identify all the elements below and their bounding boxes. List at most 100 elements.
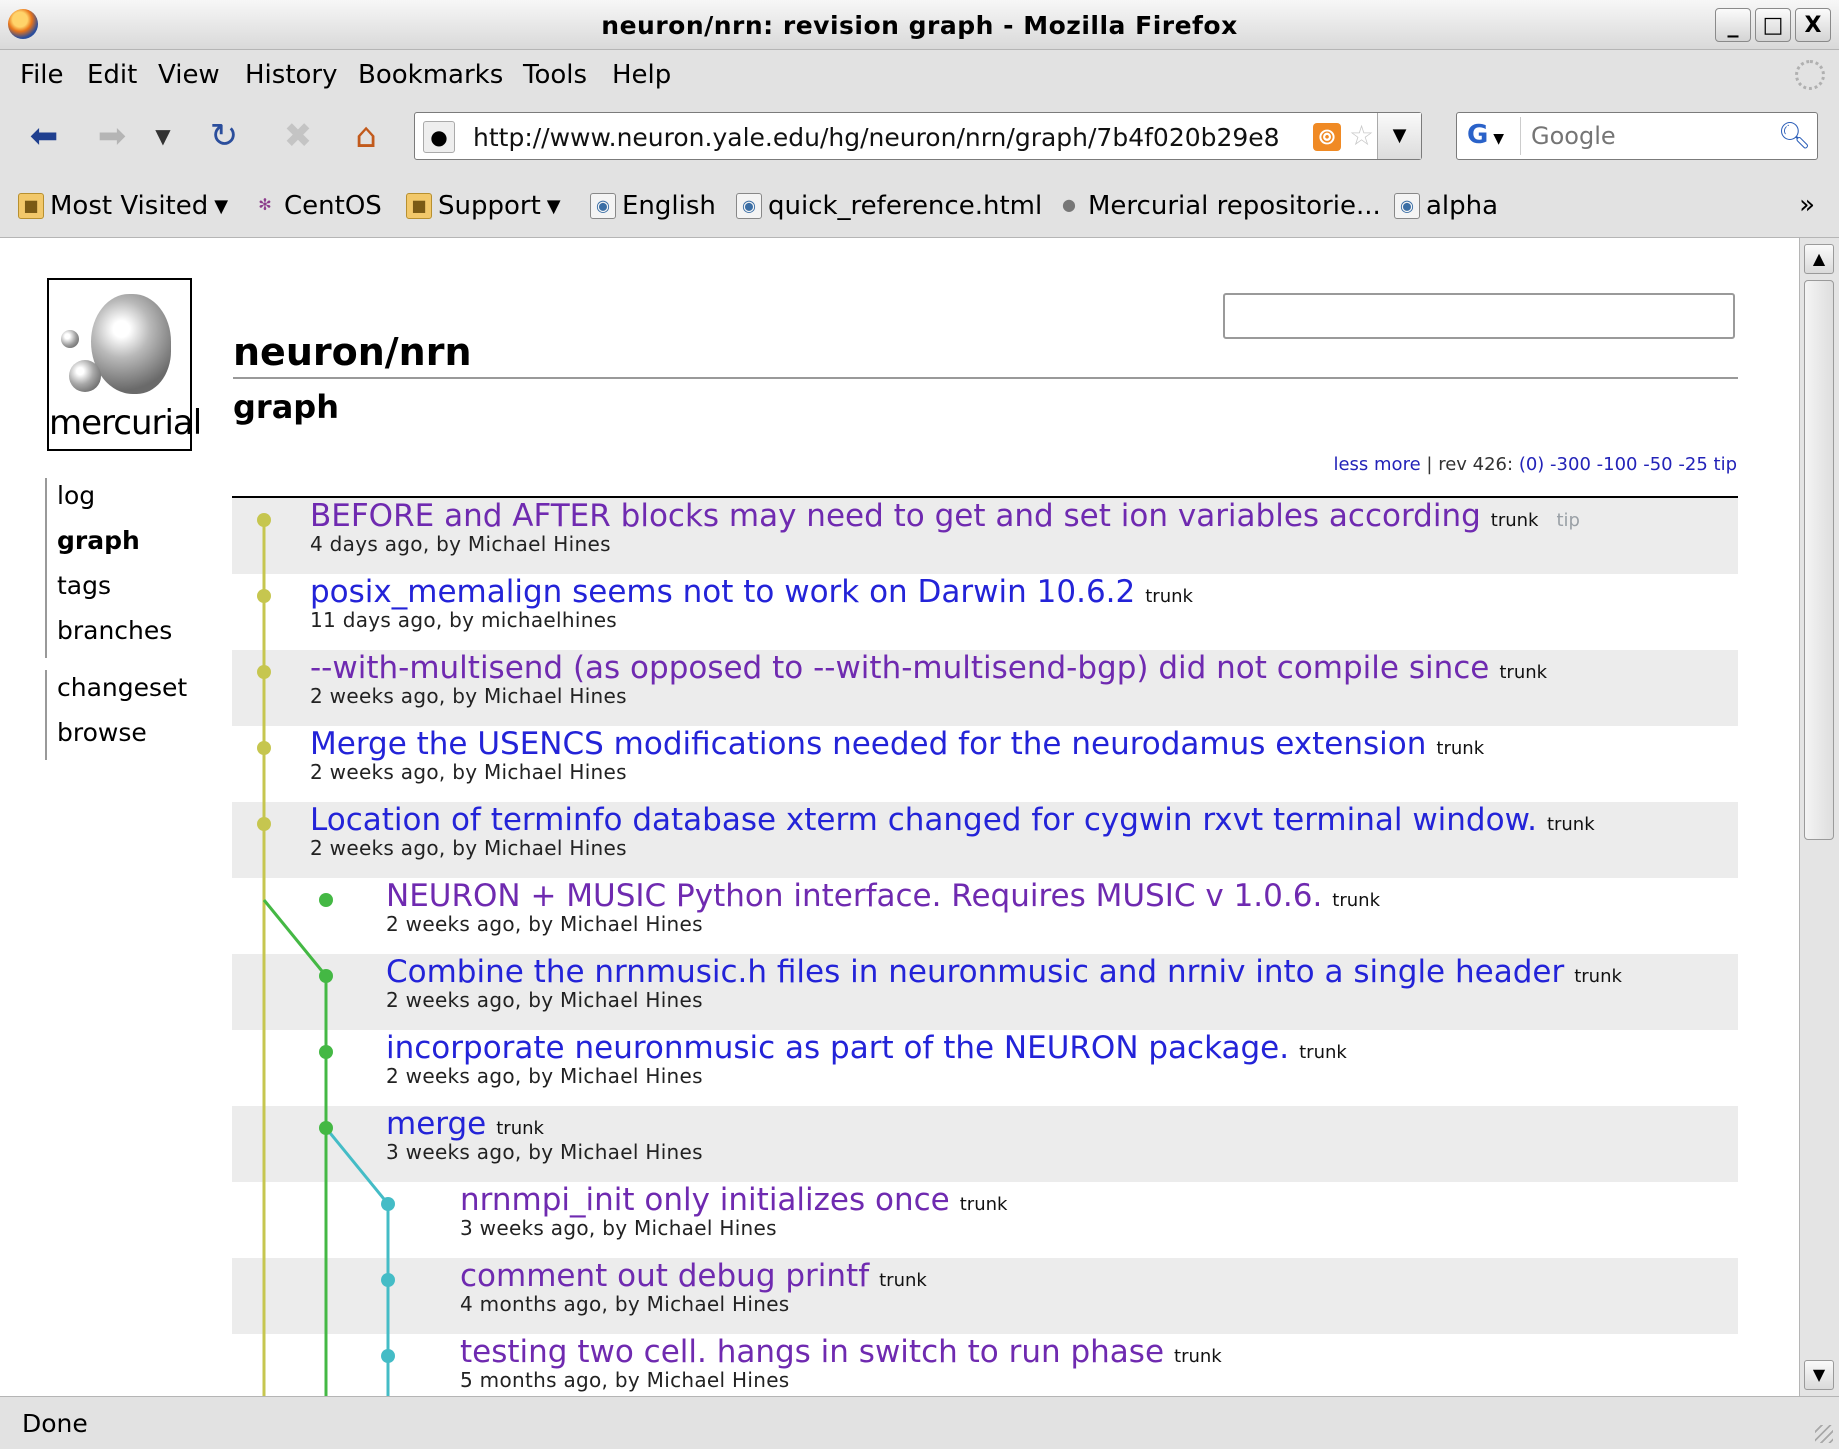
reload-button[interactable]: ↻ (200, 112, 248, 160)
scroll-up-button[interactable]: ▲ (1804, 244, 1834, 274)
home-button[interactable]: ⌂ (342, 112, 390, 160)
changeset-meta: 4 months ago, by Michael Hines (460, 1292, 790, 1316)
changeset-description[interactable]: incorporate neuronmusic as part of the N… (386, 1030, 1289, 1066)
repo-title[interactable]: neuron/nrn (233, 330, 472, 374)
changeset-description[interactable]: testing two cell. hangs in switch to run… (460, 1334, 1164, 1370)
nav-branches[interactable]: branches (57, 613, 172, 658)
rev-link-100[interactable]: -100 (1597, 454, 1638, 475)
changeset-description-link[interactable]: comment out debug printf trunk (460, 1258, 927, 1294)
changeset-description-link[interactable]: BEFORE and AFTER blocks may need to get … (310, 498, 1580, 534)
rss-feed-icon[interactable]: ⦾ (1313, 123, 1341, 151)
folder-icon: ■ (406, 193, 432, 219)
changeset-meta: 2 weeks ago, by Michael Hines (310, 684, 627, 708)
search-magnifier-icon[interactable]: 🔍︎ (1778, 121, 1811, 151)
rev-link-50[interactable]: -50 (1643, 454, 1672, 475)
nav-changeset[interactable]: changeset (57, 670, 187, 715)
changeset-description-link[interactable]: incorporate neuronmusic as part of the N… (386, 1030, 1347, 1066)
changeset-description-link[interactable]: merge trunk (386, 1106, 544, 1142)
scroll-down-button[interactable]: ▼ (1804, 1360, 1834, 1390)
menu-bookmarks[interactable]: Bookmarks (358, 60, 503, 90)
url-dropdown-button[interactable]: ▼ (1377, 113, 1421, 159)
site-identity-icon[interactable]: ● (423, 121, 455, 153)
rev-link-tip[interactable]: tip (1714, 454, 1737, 475)
nav-more-link[interactable]: more (1374, 454, 1421, 475)
changeset-description[interactable]: NEURON + MUSIC Python interface. Require… (386, 878, 1322, 914)
bookmark-most-visited[interactable]: ■ Most Visited ▼ (18, 191, 228, 221)
changeset-description-link[interactable]: Location of terminfo database xterm chan… (310, 802, 1595, 838)
bookmark-centos[interactable]: ✻ CentOS (252, 191, 382, 221)
back-button[interactable]: ⬅ (20, 112, 68, 160)
maximize-button[interactable]: □ (1755, 8, 1791, 42)
bookmark-quick-reference[interactable]: ◉ quick_reference.html (736, 191, 1042, 221)
branch-label: trunk (1145, 586, 1193, 607)
repo-search-input[interactable] (1223, 293, 1735, 339)
changeset-description-link[interactable]: testing two cell. hangs in switch to run… (460, 1334, 1222, 1370)
history-dropdown-button[interactable]: ▼ (148, 112, 178, 160)
search-engine-selector[interactable]: G ▼ (1461, 117, 1521, 155)
changeset-description-link[interactable]: nrnmpi_init only initializes once trunk (460, 1182, 1007, 1218)
changeset-meta: 2 weeks ago, by Michael Hines (310, 760, 627, 784)
nav-log[interactable]: log (57, 478, 172, 523)
forward-button[interactable]: ➡ (88, 112, 136, 160)
changeset-row: testing two cell. hangs in switch to run… (232, 1334, 1738, 1396)
changeset-meta: 2 weeks ago, by Michael Hines (386, 912, 703, 936)
menu-history[interactable]: History (245, 60, 338, 90)
address-bar[interactable]: ● http://www.neuron.yale.edu/hg/neuron/n… (414, 112, 1422, 160)
menu-help[interactable]: Help (612, 60, 671, 90)
changeset-row: Location of terminfo database xterm chan… (232, 802, 1738, 878)
menu-edit[interactable]: Edit (87, 60, 137, 90)
changeset-row: Combine the nrnmusic.h files in neuronmu… (232, 954, 1738, 1030)
menu-file[interactable]: File (20, 60, 64, 90)
rev-link-300[interactable]: -300 (1550, 454, 1591, 475)
changeset-description[interactable]: Combine the nrnmusic.h files in neuronmu… (386, 954, 1564, 990)
vertical-scrollbar[interactable]: ▲ ▼ (1799, 238, 1839, 1396)
chevron-down-icon: ▼ (214, 195, 229, 217)
changeset-description-link[interactable]: Merge the USENCS modifications needed fo… (310, 726, 1484, 762)
changeset-meta: 3 weeks ago, by Michael Hines (460, 1216, 777, 1240)
close-button[interactable]: X (1795, 8, 1831, 42)
logo-drop-small (61, 330, 79, 348)
nav-tags[interactable]: tags (57, 568, 172, 613)
bookmark-english[interactable]: ◉ English (590, 191, 716, 221)
search-bar[interactable]: G ▼ 🔍︎ (1456, 112, 1818, 160)
bookmark-alpha[interactable]: ◉ alpha (1394, 191, 1498, 221)
bookmark-support[interactable]: ■ Support ▼ (406, 191, 561, 221)
menu-view[interactable]: View (158, 60, 220, 90)
resize-grip[interactable] (1815, 1425, 1833, 1443)
mercurial-logo[interactable]: mercurial (47, 278, 202, 451)
scroll-thumb[interactable] (1804, 280, 1834, 840)
changeset-description-link[interactable]: NEURON + MUSIC Python interface. Require… (386, 878, 1380, 914)
bookmarks-overflow-button[interactable]: » (1799, 190, 1815, 220)
url-text[interactable]: http://www.neuron.yale.edu/hg/neuron/nrn… (473, 123, 1280, 152)
chevron-down-icon: ▼ (1392, 125, 1407, 146)
search-input[interactable] (1531, 121, 1761, 151)
changeset-description[interactable]: Location of terminfo database xterm chan… (310, 802, 1537, 838)
logo-drop-medium (69, 360, 101, 392)
changeset-description[interactable]: posix_memalign seems not to work on Darw… (310, 574, 1135, 610)
changeset-description-link[interactable]: posix_memalign seems not to work on Darw… (310, 574, 1193, 610)
revision-navigation: less more | rev 426: (0) -300 -100 -50 -… (1333, 454, 1737, 475)
changeset-description[interactable]: BEFORE and AFTER blocks may need to get … (310, 498, 1481, 534)
menu-tools[interactable]: Tools (523, 60, 587, 90)
stop-button[interactable]: ✖ (274, 112, 322, 160)
rev-link-0[interactable]: (0) (1519, 454, 1545, 475)
changeset-description[interactable]: comment out debug printf (460, 1258, 869, 1294)
primary-nav-menu: log graph tags branches (45, 478, 172, 658)
changeset-description-link[interactable]: --with-multisend (as opposed to --with-m… (310, 650, 1547, 686)
changeset-meta: 5 months ago, by Michael Hines (460, 1368, 790, 1392)
back-arrow-icon: ⬅ (29, 116, 59, 156)
changeset-description-link[interactable]: Combine the nrnmusic.h files in neuronmu… (386, 954, 1622, 990)
changeset-description[interactable]: nrnmpi_init only initializes once (460, 1182, 950, 1218)
nav-browse[interactable]: browse (57, 715, 187, 760)
reload-icon: ↻ (209, 116, 239, 156)
nav-less-link[interactable]: less (1333, 454, 1368, 475)
changeset-description[interactable]: --with-multisend (as opposed to --with-m… (310, 650, 1489, 686)
changeset-description[interactable]: Merge the USENCS modifications needed fo… (310, 726, 1426, 762)
bookmark-mercurial[interactable]: ● Mercurial repositorie... (1056, 191, 1381, 221)
changeset-description[interactable]: merge (386, 1106, 486, 1142)
chevron-down-icon: ▼ (1488, 131, 1504, 147)
mercurial-icon: ● (1062, 195, 1076, 214)
minimize-button[interactable]: _ (1715, 8, 1751, 42)
rev-link-25[interactable]: -25 (1678, 454, 1707, 475)
bookmark-star-icon[interactable]: ☆ (1349, 119, 1374, 152)
